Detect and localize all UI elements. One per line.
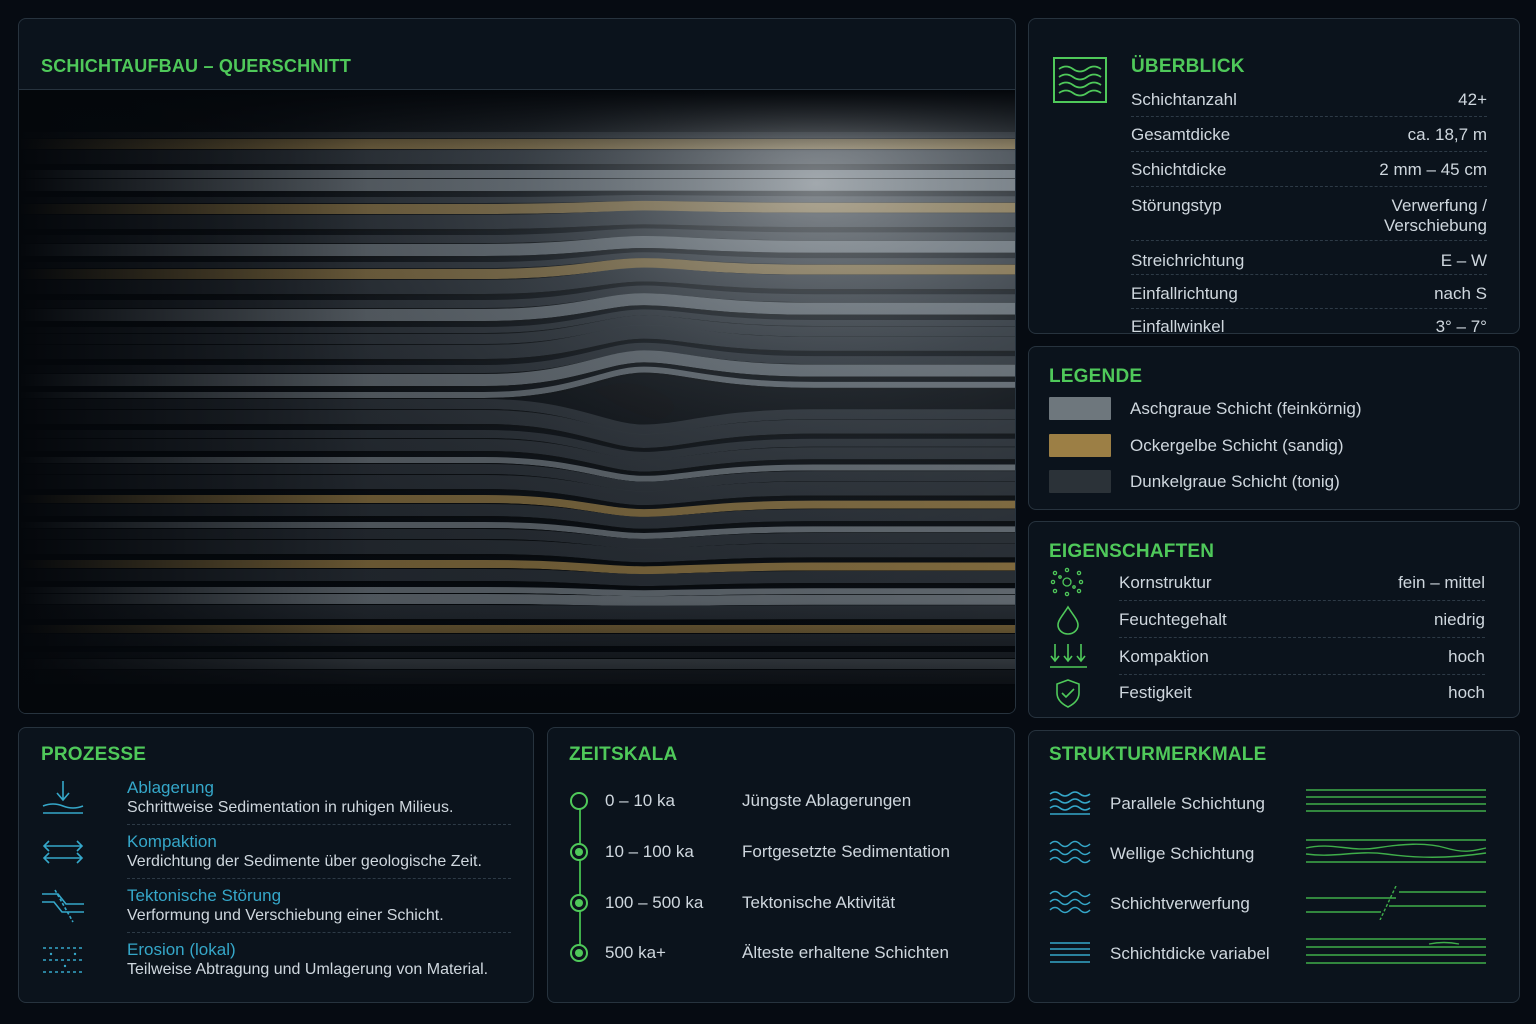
processes-title: PROZESSE xyxy=(41,744,147,765)
structure-title: STRUKTURMERKMALE xyxy=(1049,744,1267,765)
timeline-node xyxy=(570,792,588,810)
compaction-arrows-icon xyxy=(1050,644,1087,668)
grain-icon xyxy=(1050,567,1084,597)
parallel-pattern xyxy=(1306,789,1486,812)
timeline-item-1: 10 – 100 ka Fortgesetzte Sedimentation xyxy=(570,840,1000,864)
shield-check-icon xyxy=(1056,679,1080,708)
overview-row-dip-angle: Einfallwinkel 3° – 7° xyxy=(1131,317,1487,336)
property-grain: Kornstruktur fein – mittel xyxy=(1049,567,1485,601)
timeline-item-3: 500 ka+ Älteste erhaltene Schichten xyxy=(570,941,1000,965)
timeline-node xyxy=(570,944,588,962)
timescale-title: ZEITSKALA xyxy=(569,744,678,765)
overview-row-total-thickness: Gesamtdicke ca. 18,7 m xyxy=(1131,125,1487,152)
overview-row-fault-type: Störungstyp Verwerfung / Verschiebung xyxy=(1131,196,1487,241)
processes-panel: PROZESSE Ablagerung Schrittweise Sedimen… xyxy=(18,727,534,1003)
process-compaction: Kompaktion Verdichtung der Sedimente übe… xyxy=(41,832,511,882)
timescale-panel: ZEITSKALA 0 – 10 ka Jüngste Ablagerungen… xyxy=(547,727,1015,1003)
timeline-item-2: 100 – 500 ka Tektonische Aktivität xyxy=(570,891,1000,915)
overview-row-strike: Streichrichtung E – W xyxy=(1131,251,1487,275)
structure-item-parallel: Parallele Schichtung xyxy=(1049,786,1489,820)
properties-panel: EIGENSCHAFTEN Kornstruktur fein – mittel… xyxy=(1028,521,1520,718)
structure-item-fault: Schichtverwerfung xyxy=(1049,886,1489,920)
legend-title: LEGENDE xyxy=(1049,366,1143,387)
legend-panel: LEGENDE Aschgraue Schicht (feinkörnig) O… xyxy=(1028,346,1520,510)
timeline-node xyxy=(570,843,588,861)
timeline-node xyxy=(570,894,588,912)
deposition-arrow-icon xyxy=(42,781,84,814)
erosion-icon xyxy=(43,947,83,973)
structure-item-wavy: Wellige Schichtung xyxy=(1049,836,1489,870)
process-deposition: Ablagerung Schrittweise Sedimentation in… xyxy=(41,778,511,828)
process-erosion: Erosion (lokal) Teilweise Abtragung und … xyxy=(41,940,511,990)
variable-layers-icon xyxy=(1050,942,1090,963)
property-strength: Festigkeit hoch xyxy=(1049,679,1485,708)
legend-swatch xyxy=(1049,434,1111,457)
overview-row-dip-direction: Einfallrichtung nach S xyxy=(1131,284,1487,309)
property-compaction: Kompaktion hoch xyxy=(1049,644,1485,675)
wavy-pattern xyxy=(1305,839,1487,863)
structure-item-variable: Schichtdicke variabel xyxy=(1049,936,1489,970)
parallel-layers-icon xyxy=(1049,791,1091,815)
property-moisture: Feuchtegehalt niedrig xyxy=(1049,605,1485,638)
layers-wave-icon xyxy=(1053,57,1107,103)
fault-icon xyxy=(42,889,84,923)
properties-title: EIGENSCHAFTEN xyxy=(1049,541,1215,562)
cross-section-title: SCHICHTAUFBAU – QUERSCHNITT xyxy=(41,56,352,76)
fault-layers-icon xyxy=(1049,890,1091,914)
timeline-item-0: 0 – 10 ka Jüngste Ablagerungen xyxy=(570,789,1000,813)
overview-title: ÜBERBLICK xyxy=(1131,56,1245,77)
timeline-rail xyxy=(579,801,581,953)
overview-row-layer-thickness: Schichtdicke 2 mm – 45 cm xyxy=(1131,160,1487,187)
droplet-icon xyxy=(1057,605,1079,635)
fault-pattern xyxy=(1306,886,1486,920)
double-arrow-icon xyxy=(42,840,84,864)
process-tectonic-fault: Tektonische Störung Verformung und Versc… xyxy=(41,886,511,936)
strata-image xyxy=(19,90,1015,713)
structure-panel: STRUKTURMERKMALE Parallele Schichtung We… xyxy=(1028,730,1520,1003)
legend-swatch xyxy=(1049,397,1111,420)
overview-panel: ÜBERBLICK Schichtanzahl 42+ Gesamtdicke … xyxy=(1028,18,1520,336)
overview-row-layer-count: Schichtanzahl 42+ xyxy=(1131,90,1487,117)
variable-pattern xyxy=(1306,938,1486,964)
wavy-layers-icon xyxy=(1049,840,1091,864)
legend-swatch xyxy=(1049,470,1111,493)
cross-section-panel: SCHICHTAUFBAU – QUERSCHNITT xyxy=(18,18,1016,714)
